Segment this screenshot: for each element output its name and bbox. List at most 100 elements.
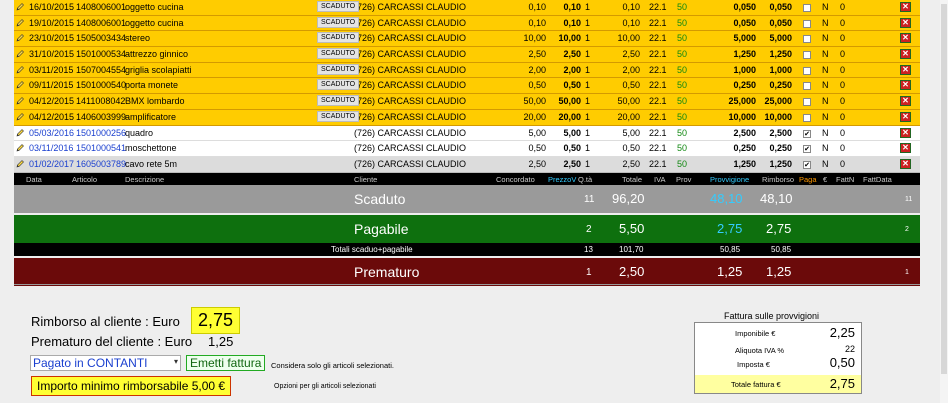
prematuro-cliente-value: 1,25 bbox=[208, 334, 234, 349]
prezzov-cell: 0,50 bbox=[563, 80, 581, 91]
delete-x-icon[interactable]: ✕ bbox=[900, 96, 911, 107]
table-row[interactable]: 23/10/2015 1505003434 stereo (726) CARCASSI… bbox=[14, 31, 920, 48]
paga-checkbox[interactable] bbox=[803, 66, 811, 75]
paga-checkbox[interactable]: ✔ bbox=[803, 145, 811, 154]
prov-cell: 50 bbox=[677, 17, 688, 28]
paga-checkbox[interactable] bbox=[803, 51, 811, 60]
totali-count: 13 bbox=[584, 244, 593, 254]
paga-checkbox[interactable] bbox=[803, 35, 811, 44]
table-row[interactable]: 19/10/2015 1408006001 oggetto cucina (726) … bbox=[14, 15, 920, 32]
table-row[interactable]: 03/11/2015 1507004554 griglia scolapiatti (… bbox=[14, 62, 920, 79]
paga-checkbox[interactable] bbox=[803, 98, 811, 107]
delete-x-icon[interactable]: ✕ bbox=[900, 158, 911, 169]
paga-checkbox[interactable] bbox=[803, 113, 811, 122]
delete-x-icon[interactable]: ✕ bbox=[900, 80, 911, 91]
provvigione-cell: 2,500 bbox=[733, 127, 756, 138]
delete-x-icon[interactable]: ✕ bbox=[900, 143, 911, 154]
delete-x-icon[interactable]: ✕ bbox=[900, 2, 911, 12]
delete-x-icon[interactable]: ✕ bbox=[900, 17, 911, 28]
delete-x-icon[interactable]: ✕ bbox=[900, 33, 911, 44]
emetti-fattura-button[interactable]: Emetti fattura bbox=[186, 355, 266, 371]
pencil-icon[interactable] bbox=[16, 97, 24, 105]
delete-x-icon[interactable]: ✕ bbox=[900, 64, 911, 75]
scaduto-totale: 96,20 bbox=[612, 190, 645, 206]
iva-cell: 22.1 bbox=[649, 96, 667, 107]
provvigione-cell: 10,000 bbox=[728, 111, 756, 122]
pencil-icon[interactable] bbox=[16, 50, 24, 58]
scrollbar-thumb[interactable] bbox=[941, 4, 947, 374]
pagabile-summary: Pagabile 2 5,50 2,75 2,75 2 bbox=[14, 214, 920, 243]
faz-cell: 0 bbox=[840, 111, 846, 122]
prov-cell: 50 bbox=[677, 96, 688, 107]
totale-cell: 2,50 bbox=[622, 49, 640, 60]
client-cell: (726) CARCASSI CLAUDIO bbox=[354, 2, 467, 12]
rimborso-cell: 1,250 bbox=[769, 158, 792, 169]
table-row[interactable]: 04/12/2015 1411008042 BMX lombardo (726) CA… bbox=[14, 94, 920, 110]
prov-cell: 50 bbox=[677, 143, 688, 154]
delete-x-icon[interactable]: ✕ bbox=[900, 49, 911, 60]
faz-cell: 0 bbox=[840, 143, 846, 154]
table-row[interactable]: 16/10/2015 1408006001 oggetto cucina (726) … bbox=[14, 0, 920, 16]
table-row[interactable]: 01/02/2017 1605003789 cavo rete 5m (726) CA… bbox=[14, 156, 920, 173]
pencil-icon[interactable] bbox=[16, 18, 24, 27]
fattn-flag-cell: N bbox=[822, 111, 829, 122]
faz-cell: 0 bbox=[840, 2, 846, 12]
qta-cell: 1 bbox=[585, 96, 591, 107]
table-row[interactable]: 31/10/2015 1501000534 attrezzo ginnico (726… bbox=[14, 47, 920, 63]
payment-method-select[interactable]: Pagato in CONTANTI ▾ bbox=[30, 355, 181, 371]
pencil-icon[interactable] bbox=[16, 3, 24, 11]
pencil-icon[interactable] bbox=[16, 112, 24, 121]
prov-cell: 50 bbox=[677, 80, 688, 91]
importo-minimo-button[interactable]: Importo minimo rimborsabile 5,00 € bbox=[31, 376, 232, 396]
scaduto-extra: 11 bbox=[905, 195, 913, 203]
totale-cell: 0,10 bbox=[622, 17, 640, 28]
pencil-icon[interactable] bbox=[16, 65, 24, 74]
iva-cell: 22.1 bbox=[649, 64, 667, 75]
code-cell: 1501000534 bbox=[76, 49, 127, 60]
pencil-icon[interactable] bbox=[16, 81, 24, 89]
pencil-icon[interactable] bbox=[16, 144, 24, 152]
table-row[interactable]: 03/11/2016 1501000541 moschettone (726) CAR… bbox=[14, 141, 920, 157]
pencil-icon[interactable] bbox=[16, 128, 24, 137]
articles-table: 16/10/2015 1408006001 oggetto cucina (726) … bbox=[14, 0, 920, 173]
concordato-cell: 0,50 bbox=[528, 143, 546, 154]
pagabile-totale: 5,50 bbox=[619, 220, 645, 236]
table-row[interactable]: 09/11/2015 1501000540 porta monete (726) CA… bbox=[14, 78, 920, 95]
paga-checkbox[interactable]: ✔ bbox=[803, 129, 811, 138]
rimborso-cell: 5,000 bbox=[769, 33, 792, 44]
pencil-icon[interactable] bbox=[16, 159, 24, 168]
code-cell: 1501000256 bbox=[76, 127, 127, 138]
provvigione-cell: 25,000 bbox=[728, 96, 756, 107]
concordato-cell: 20,00 bbox=[523, 111, 546, 122]
table-row[interactable]: 04/12/2015 1406003999 amplificatore (726) C… bbox=[14, 109, 920, 126]
delete-x-icon[interactable]: ✕ bbox=[900, 111, 911, 122]
iva-cell: 22.1 bbox=[649, 33, 667, 44]
paga-checkbox[interactable] bbox=[803, 4, 811, 12]
scrollbar[interactable] bbox=[940, 0, 948, 403]
rimborso-cell: 10,000 bbox=[764, 111, 792, 122]
desc-cell: stereo bbox=[125, 33, 151, 44]
paga-checkbox[interactable] bbox=[803, 19, 811, 28]
prov-cell: 50 bbox=[677, 33, 688, 44]
date-cell: 01/02/2017 bbox=[29, 158, 75, 169]
paga-checkbox[interactable]: ✔ bbox=[803, 160, 811, 169]
paga-checkbox[interactable] bbox=[803, 82, 811, 91]
client-cell: (726) CARCASSI CLAUDIO bbox=[354, 17, 467, 28]
concordato-cell: 10,00 bbox=[523, 33, 546, 44]
desc-cell: attrezzo ginnico bbox=[125, 49, 189, 60]
pencil-icon[interactable] bbox=[16, 34, 24, 42]
qta-cell: 1 bbox=[585, 33, 591, 44]
col-rimborso: Rimborso bbox=[762, 174, 795, 184]
prezzov-cell: 50,00 bbox=[558, 96, 581, 107]
prov-cell: 50 bbox=[677, 49, 688, 60]
col-totale: Totale bbox=[622, 174, 643, 184]
fattn-flag-cell: N bbox=[822, 158, 829, 169]
table-row[interactable]: 05/03/2016 1501000256 quadro (726) CARCASSI… bbox=[14, 125, 920, 142]
qta-cell: 1 bbox=[585, 158, 591, 169]
desc-cell: porta monete bbox=[125, 80, 179, 91]
articles-panel: 16/10/2015 1408006001 oggetto cucina (726) … bbox=[14, 0, 920, 286]
pagabile-rimb: 2,75 bbox=[766, 220, 792, 236]
date-cell: 31/10/2015 bbox=[29, 49, 75, 60]
prematuro-count: 1 bbox=[586, 266, 592, 278]
delete-x-icon[interactable]: ✕ bbox=[900, 127, 911, 138]
